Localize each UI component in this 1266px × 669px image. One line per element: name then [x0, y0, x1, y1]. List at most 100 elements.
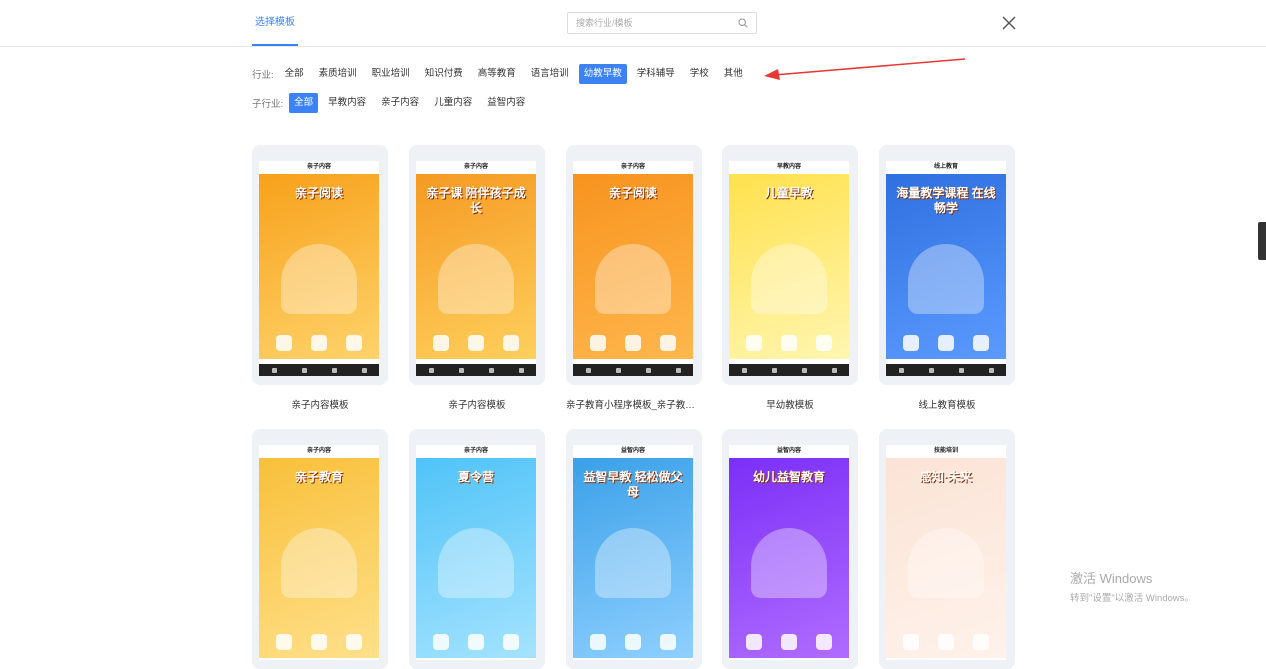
template-title[interactable]: 亲子内容模板 — [252, 397, 388, 411]
poster-headline: 感知·未来 — [920, 470, 972, 484]
illustration — [595, 244, 671, 314]
industry-chip[interactable]: 职业培训 — [367, 64, 415, 84]
tab-bar-icon — [301, 367, 307, 373]
template-card[interactable]: 早教内容 儿童早教早幼教模板 — [722, 145, 858, 411]
template-preview[interactable]: 早教内容 儿童早教 — [722, 145, 858, 385]
side-scroll-handle[interactable] — [1258, 222, 1266, 260]
feature-icon — [903, 634, 920, 650]
phone-screen: 益智内容 幼儿益智教育 — [729, 445, 849, 660]
sub-industry-chip[interactable]: 益智内容 — [482, 93, 530, 113]
industry-chip[interactable]: 素质培训 — [314, 64, 362, 84]
search-box[interactable] — [567, 12, 757, 34]
feature-icon — [937, 634, 954, 650]
tab-bar-icon — [771, 367, 777, 373]
industry-chip[interactable]: 全部 — [280, 64, 309, 84]
feature-icon — [903, 335, 920, 351]
template-card[interactable]: 亲子内容 亲子阅读亲子教育小程序模板_亲子教育微... — [566, 145, 702, 411]
tab-bar-icon — [488, 367, 494, 373]
feature-icon — [780, 335, 797, 351]
feature-icon — [590, 634, 607, 650]
feature-icon — [780, 634, 797, 650]
poster-image: 海量教学课程 在线畅学 — [886, 174, 1006, 359]
industry-chip[interactable]: 幼教早教 — [578, 64, 627, 84]
phone-tab-bar — [573, 364, 693, 376]
sub-industry-chips: 全部 早教内容 亲子内容 儿童内容 益智内容 — [289, 93, 535, 113]
template-preview[interactable]: 线上教育 海量教学课程 在线畅学 — [879, 145, 1015, 385]
industry-chip[interactable]: 知识付费 — [420, 64, 468, 84]
industry-chip[interactable]: 高等教育 — [473, 64, 521, 84]
tab-bar-icon — [741, 367, 747, 373]
phone-screen: 益智内容 益智早教 轻松做父母 — [573, 445, 693, 660]
industry-chip[interactable]: 学科辅导 — [632, 64, 680, 84]
feature-icon-row — [581, 335, 685, 351]
feature-icon — [310, 634, 327, 650]
template-preview[interactable]: 益智内容 益智早教 轻松做父母 — [566, 429, 702, 669]
template-preview[interactable]: 技能培训感知·未来 — [879, 429, 1015, 669]
poster-headline: 夏令营 — [457, 470, 494, 484]
search-input[interactable] — [568, 13, 728, 33]
feature-icon — [433, 335, 450, 351]
feature-icon — [624, 634, 641, 650]
feature-icon — [590, 335, 607, 351]
feature-icon — [815, 634, 832, 650]
template-card[interactable]: 技能培训感知·未来 — [879, 429, 1015, 669]
industry-chip[interactable]: 学校 — [685, 64, 714, 84]
feature-icon-row — [894, 335, 998, 351]
industry-chip[interactable]: 其他 — [719, 64, 748, 84]
template-card[interactable]: 亲子内容 亲子阅读亲子内容模板 — [252, 145, 388, 411]
template-card[interactable]: 亲子内容 亲子教育 — [252, 429, 388, 669]
poster-image: 亲子阅读 — [573, 174, 693, 359]
template-preview[interactable]: 亲子内容 夏令营 — [409, 429, 545, 669]
tab-bar-icon — [585, 367, 591, 373]
screen-header-title: 益智内容 — [776, 448, 801, 454]
template-preview[interactable]: 亲子内容 亲子阅读 — [566, 145, 702, 385]
template-preview[interactable]: 亲子内容 亲子教育 — [252, 429, 388, 669]
template-title[interactable]: 亲子内容模板 — [409, 397, 545, 411]
template-card[interactable]: 益智内容 幼儿益智教育 — [722, 429, 858, 669]
search-icon[interactable] — [738, 18, 748, 28]
template-preview[interactable]: 亲子内容 亲子阅读 — [252, 145, 388, 385]
template-preview[interactable]: 亲子内容 亲子课 陪伴孩子成长 — [409, 145, 545, 385]
watermark-line-2: 转到"设置"以激活 Windows。 — [1070, 593, 1194, 604]
template-preview[interactable]: 益智内容 幼儿益智教育 — [722, 429, 858, 669]
feature-icon — [276, 335, 293, 351]
close-icon[interactable] — [1001, 15, 1017, 31]
feature-icon — [276, 634, 293, 650]
tab-bar-icon — [361, 367, 367, 373]
phone-screen: 技能培训感知·未来 — [886, 445, 1006, 660]
tab-select-template[interactable]: 选择模板 — [252, 0, 298, 46]
template-title[interactable]: 线上教育模板 — [879, 397, 1015, 411]
template-title[interactable]: 早幼教模板 — [722, 397, 858, 411]
phone-screen: 线上教育 海量教学课程 在线畅学 — [886, 161, 1006, 376]
feature-icon — [746, 634, 763, 650]
sub-industry-chip[interactable]: 儿童内容 — [429, 93, 477, 113]
screen-header-title: 技能培训 — [933, 448, 958, 454]
template-card[interactable]: 益智内容 益智早教 轻松做父母 — [566, 429, 702, 669]
sub-industry-chip[interactable]: 早教内容 — [323, 93, 371, 113]
template-card[interactable]: 线上教育 海量教学课程 在线畅学线上教育模板 — [879, 145, 1015, 411]
phone-tab-bar — [416, 364, 536, 376]
illustration — [438, 528, 514, 598]
windows-activation-watermark: 激活 Windows 转到"设置"以激活 Windows。 — [1070, 568, 1194, 604]
tab-bar-icon — [518, 367, 524, 373]
sub-industry-chip[interactable]: 全部 — [289, 93, 319, 113]
screen-header-title: 亲子内容 — [306, 164, 331, 170]
feature-icon-row — [581, 634, 685, 650]
feature-icon — [467, 335, 484, 351]
screen-header-title: 益智内容 — [620, 448, 645, 454]
template-title[interactable]: 亲子教育小程序模板_亲子教育微... — [566, 397, 702, 411]
feature-icon-row — [737, 634, 841, 650]
feature-icon — [937, 335, 954, 351]
template-card[interactable]: 亲子内容 亲子课 陪伴孩子成长亲子内容模板 — [409, 145, 545, 411]
poster-headline: 亲子阅读 — [608, 186, 657, 200]
sub-industry-chip[interactable]: 亲子内容 — [376, 93, 424, 113]
illustration — [751, 528, 827, 598]
poster-image: 儿童早教 — [729, 174, 849, 359]
industry-chips: 全部 素质培训 职业培训 知识付费 高等教育 语言培训 幼教早教 学科辅导 学校 其他 — [280, 64, 753, 84]
illustration — [281, 528, 357, 598]
tab-bar-icon — [458, 367, 464, 373]
tab-bar-icon — [958, 367, 964, 373]
template-card[interactable]: 亲子内容 夏令营 — [409, 429, 545, 669]
tab-bar-icon — [801, 367, 807, 373]
industry-chip[interactable]: 语言培训 — [526, 64, 574, 84]
